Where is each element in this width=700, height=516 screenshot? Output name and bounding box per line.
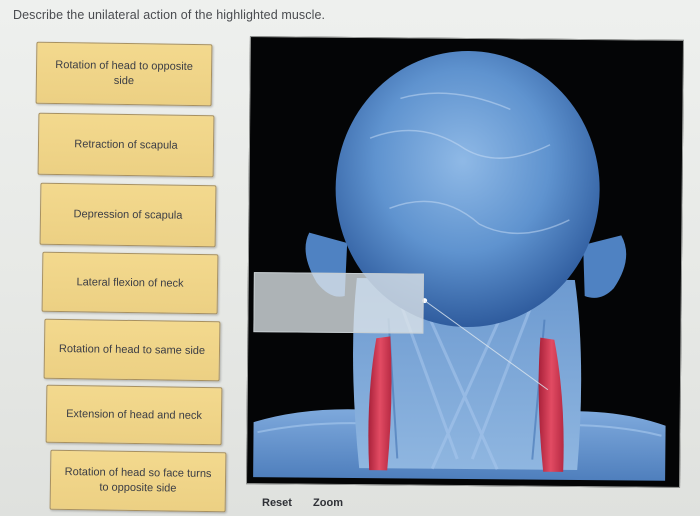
reset-button[interactable]: Reset: [262, 497, 292, 509]
choice-rotation-head-same[interactable]: Rotation of head to same side: [43, 318, 221, 382]
answer-choices: Rotation of head to opposite side Retrac…: [0, 0, 240, 516]
choice-lateral-flexion-neck[interactable]: Lateral flexion of neck: [41, 251, 219, 315]
choice-depression-scapula[interactable]: Depression of scapula: [39, 182, 217, 248]
anatomy-image-panel: [246, 36, 684, 488]
choice-rotation-head-opposite[interactable]: Rotation of head to opposite side: [35, 41, 213, 107]
choice-retraction-scapula[interactable]: Retraction of scapula: [37, 112, 215, 178]
answer-drop-target[interactable]: [253, 272, 424, 334]
zoom-button[interactable]: Zoom: [313, 497, 343, 509]
choice-extension-head-neck[interactable]: Extension of head and neck: [45, 384, 223, 446]
image-controls: Reset Zoom: [262, 497, 361, 509]
anatomy-specimen-image: [247, 37, 683, 487]
choice-rotation-face-opposite[interactable]: Rotation of head so face turns to opposi…: [49, 449, 227, 513]
